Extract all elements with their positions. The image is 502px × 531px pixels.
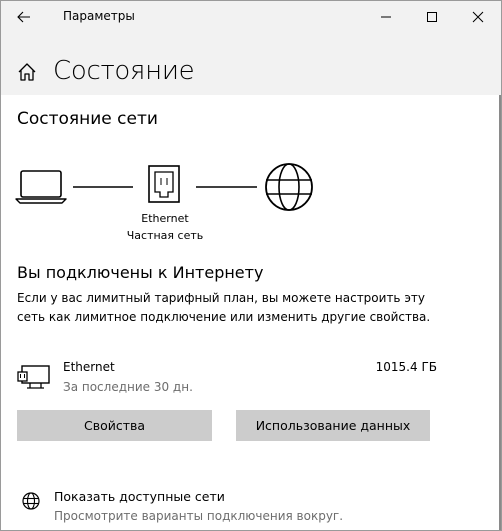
main-content: Состояние сети Ethernet Частная сеть Вы … — [1, 95, 501, 530]
network-globe-icon — [22, 492, 40, 510]
title-bar[interactable]: Параметры — [1, 1, 501, 32]
settings-window: Параметры Состояние Состояние сети Ether… — [0, 0, 502, 531]
section-title: Состояние сети — [17, 109, 158, 129]
app-title: Параметры — [63, 9, 135, 23]
back-arrow-icon — [17, 11, 30, 22]
globe-icon — [265, 163, 313, 211]
show-networks-description: Просмотрите варианты подключения вокруг. — [54, 509, 344, 523]
network-diagram-graphic — [15, 163, 313, 211]
network-diagram: Ethernet Частная сеть — [1, 145, 501, 255]
home-button[interactable] — [17, 62, 37, 86]
ethernet-pc-icon — [17, 365, 50, 389]
scrollbar[interactable] — [499, 95, 501, 530]
maximize-button[interactable] — [409, 1, 455, 32]
ethernet-adapter-icon — [148, 165, 180, 203]
connection-status-description: Если у вас лимитный тарифный план, вы мо… — [17, 291, 431, 324]
connection-status-title: Вы подключены к Интернету — [17, 263, 264, 282]
page-title: Состояние — [53, 56, 195, 86]
show-networks-label: Показать доступные сети — [54, 489, 225, 504]
maximize-icon — [427, 11, 437, 22]
page-header: Состояние — [1, 32, 501, 95]
adapter-usage-row: Ethernet За последние 30 дн. 1015.4 ГБ — [17, 358, 437, 398]
close-button[interactable] — [455, 1, 501, 32]
home-icon — [18, 63, 36, 81]
close-icon — [472, 11, 484, 22]
adapter-name: Ethernet — [63, 360, 115, 374]
usage-period: За последние 30 дн. — [63, 380, 193, 394]
network-type-label: Частная сеть — [126, 229, 204, 242]
data-usage-button[interactable]: Использование данных — [236, 410, 430, 441]
laptop-icon — [15, 170, 67, 204]
data-usage-value: 1015.4 ГБ — [375, 360, 437, 374]
minimize-icon — [381, 16, 391, 17]
properties-button[interactable]: Свойства — [17, 410, 212, 441]
show-available-networks-link[interactable]: Показать доступные сети Просмотрите вари… — [17, 487, 477, 527]
minimize-button[interactable] — [363, 1, 409, 32]
back-button[interactable] — [5, 1, 43, 32]
adapter-label: Ethernet — [141, 212, 189, 225]
